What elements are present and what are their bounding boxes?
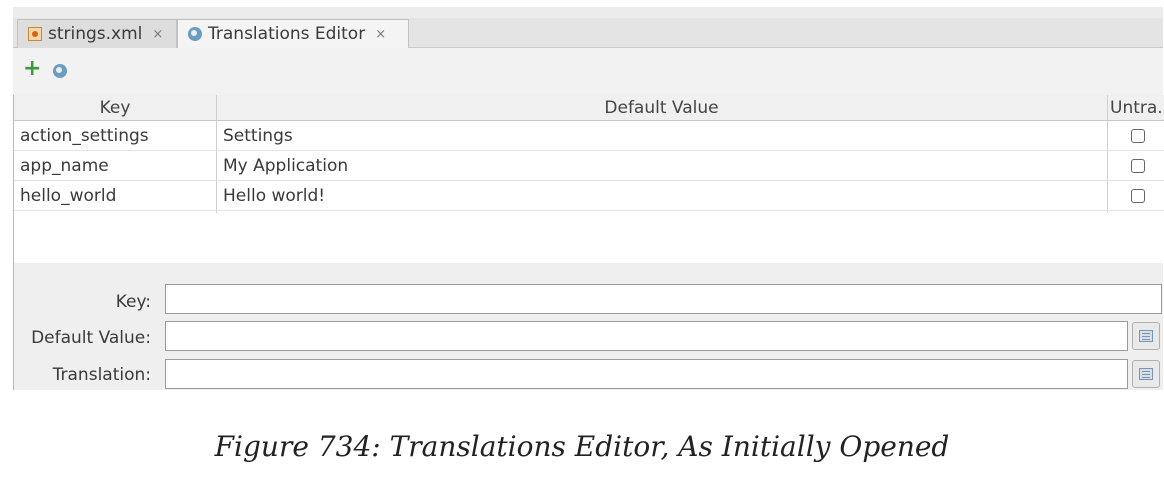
multiline-edit-icon (1139, 330, 1153, 342)
key-cell[interactable]: app_name (20, 151, 109, 181)
globe-icon[interactable] (53, 64, 67, 78)
default-value-cell[interactable]: Hello world! (223, 181, 325, 211)
editor-toolbar: + (13, 48, 1163, 95)
multiline-edit-icon (1139, 368, 1153, 380)
untranslatable-checkbox[interactable] (1131, 129, 1145, 143)
default-value-label: Default Value: (31, 328, 151, 348)
untranslatable-checkbox[interactable] (1131, 189, 1145, 203)
tab-label: Translations Editor (208, 24, 366, 44)
key-label: Key: (115, 292, 151, 312)
translations-editor-window: strings.xml × Translations Editor × + Ke… (13, 7, 1164, 390)
default-value-cell[interactable]: My Application (223, 151, 348, 181)
table-row[interactable]: app_name My Application (14, 151, 1164, 181)
xml-file-icon (28, 27, 42, 41)
tab-translations-editor[interactable]: Translations Editor × (177, 19, 409, 48)
key-cell[interactable]: action_settings (20, 121, 149, 151)
default-value-field[interactable] (165, 321, 1128, 351)
globe-icon (188, 27, 202, 41)
string-detail-form: Key: Default Value: Translation: (13, 263, 1163, 390)
table-row[interactable]: hello_world Hello world! (14, 181, 1164, 211)
figure-caption: Figure 734: Translations Editor, As Init… (214, 430, 950, 463)
strings-table: Key Default Value Untra.. action_setting… (13, 95, 1164, 271)
tab-strings-xml[interactable]: strings.xml × (17, 19, 177, 48)
default-value-cell[interactable]: Settings (223, 121, 293, 151)
table-header: Key Default Value Untra.. (14, 95, 1164, 121)
translation-field[interactable] (165, 359, 1128, 389)
plus-icon[interactable]: + (23, 58, 41, 80)
column-header-key[interactable]: Key (14, 95, 216, 121)
close-icon[interactable]: × (152, 27, 163, 42)
tab-bar-top-strip (13, 7, 1163, 18)
key-cell[interactable]: hello_world (20, 181, 116, 211)
column-header-default-value[interactable]: Default Value (216, 95, 1107, 121)
edit-default-value-button[interactable] (1132, 322, 1160, 350)
column-header-untranslatable[interactable]: Untra.. (1107, 95, 1164, 121)
table-row[interactable]: action_settings Settings (14, 121, 1164, 151)
tab-label: strings.xml (48, 24, 143, 44)
editor-tab-bar: strings.xml × Translations Editor × (13, 7, 1163, 48)
close-icon[interactable]: × (375, 27, 386, 42)
untranslatable-checkbox[interactable] (1131, 159, 1145, 173)
translation-label: Translation: (52, 365, 151, 385)
edit-translation-button[interactable] (1132, 360, 1160, 388)
key-field[interactable] (165, 284, 1162, 314)
